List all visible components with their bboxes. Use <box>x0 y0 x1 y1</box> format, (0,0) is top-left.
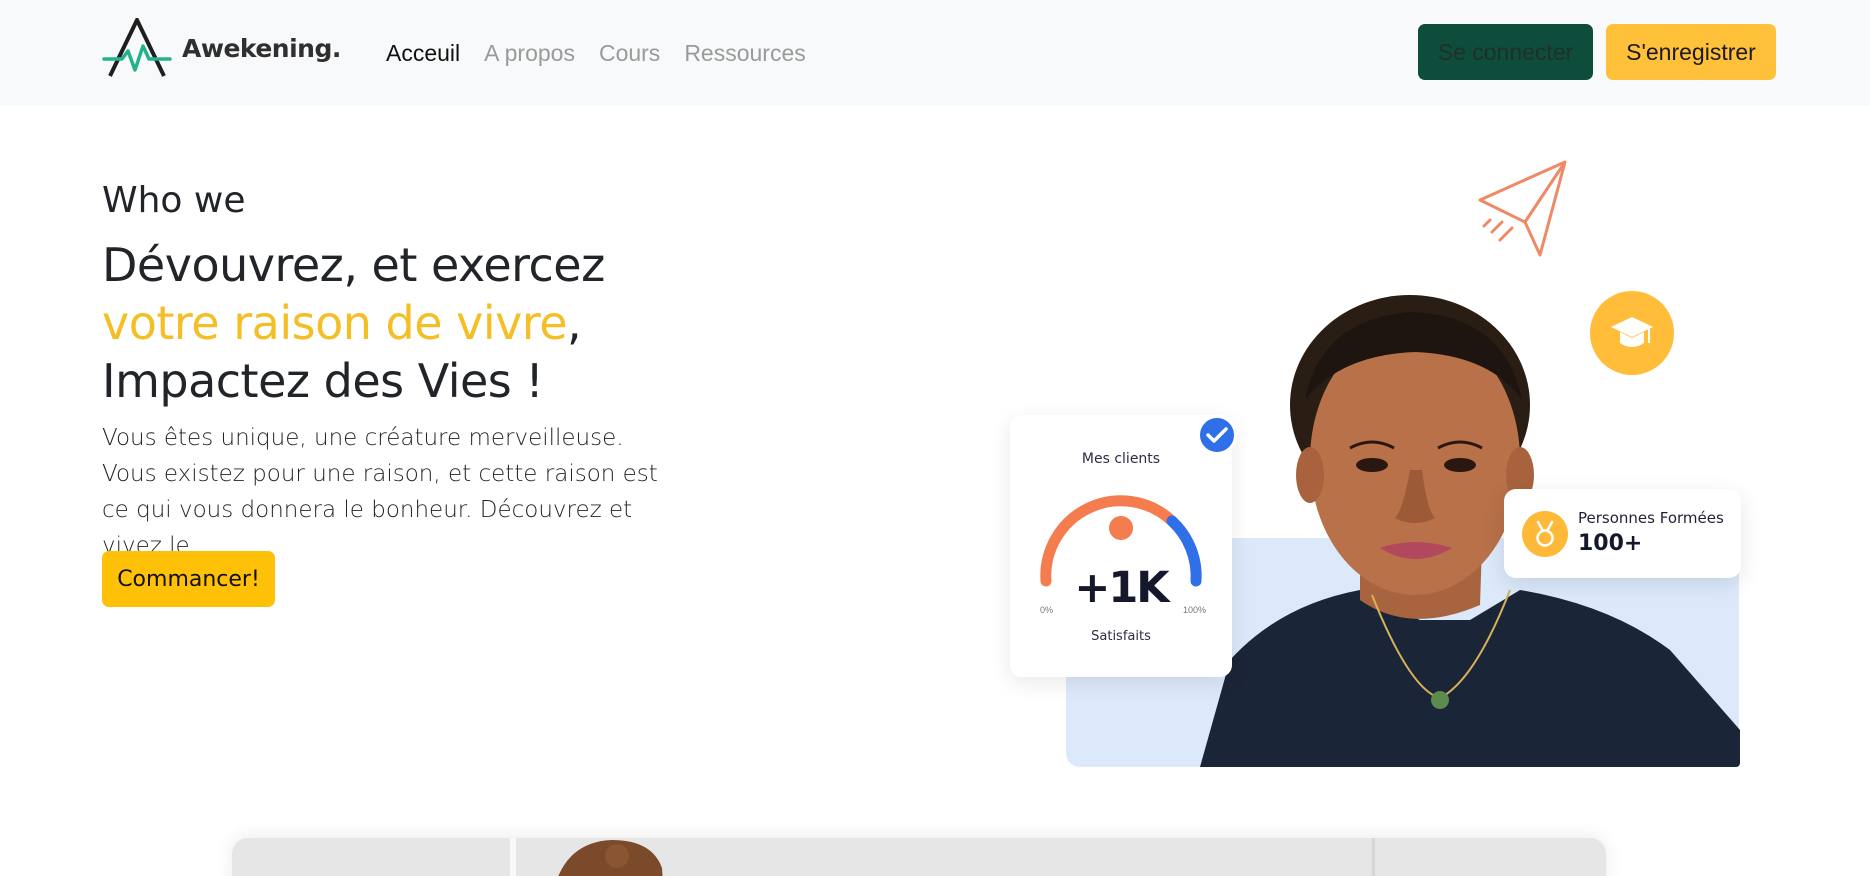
brand-name: Awekening. <box>182 33 341 63</box>
check-badge-icon <box>1197 415 1237 455</box>
headline-line-1: Dévouvrez, et exercez <box>102 238 605 292</box>
headline-line-3: Impactez des Vies ! <box>102 354 544 408</box>
hero-eyebrow: Who we <box>102 180 246 221</box>
headline-accent: votre raison de vivre <box>102 296 568 350</box>
clients-card-subtitle: Satisfaits <box>1091 629 1151 644</box>
nav-link-acceuil[interactable]: Acceuil <box>386 40 460 67</box>
clients-card-title: Mes clients <box>1081 451 1161 467</box>
start-button[interactable]: Commancer! <box>102 551 275 607</box>
trained-people-card: Personnes Formées 100+ <box>1504 489 1741 578</box>
navbar: Awekening. Acceuil A propos Cours Ressou… <box>0 0 1870 106</box>
gauge-min-label: 0% <box>1040 605 1054 615</box>
brand-logo[interactable]: Awekening. <box>102 18 341 78</box>
hero-headline: Dévouvrez, et exercez votre raison de vi… <box>102 236 605 410</box>
nav-link-cours[interactable]: Cours <box>599 40 660 67</box>
main-nav: Acceuil A propos Cours Ressources <box>386 40 806 67</box>
trained-card-value: 100+ <box>1578 531 1643 556</box>
nav-link-a-propos[interactable]: A propos <box>484 40 575 67</box>
mountain-pulse-logo-icon <box>102 18 172 77</box>
graduation-cap-icon <box>1590 291 1674 375</box>
paper-plane-icon <box>1478 160 1567 257</box>
hero-lead-text: Vous êtes unique, une créature merveille… <box>102 425 658 559</box>
nav-link-ressources[interactable]: Ressources <box>684 40 805 67</box>
trained-card-label: Personnes Formées <box>1578 509 1724 527</box>
hero-illustration: Mes clients +1K 0% 100% Satisfaits Perso… <box>1000 160 1780 780</box>
medal-icon <box>1522 511 1568 557</box>
headline-comma: , <box>567 296 582 350</box>
clients-stats-card: Mes clients +1K 0% 100% Satisfaits <box>1010 415 1232 677</box>
login-button[interactable]: Se connecter <box>1418 24 1593 80</box>
featured-image <box>232 838 1606 876</box>
register-button[interactable]: S'enregistrer <box>1606 24 1776 80</box>
gauge-max-label: 100% <box>1182 605 1206 615</box>
